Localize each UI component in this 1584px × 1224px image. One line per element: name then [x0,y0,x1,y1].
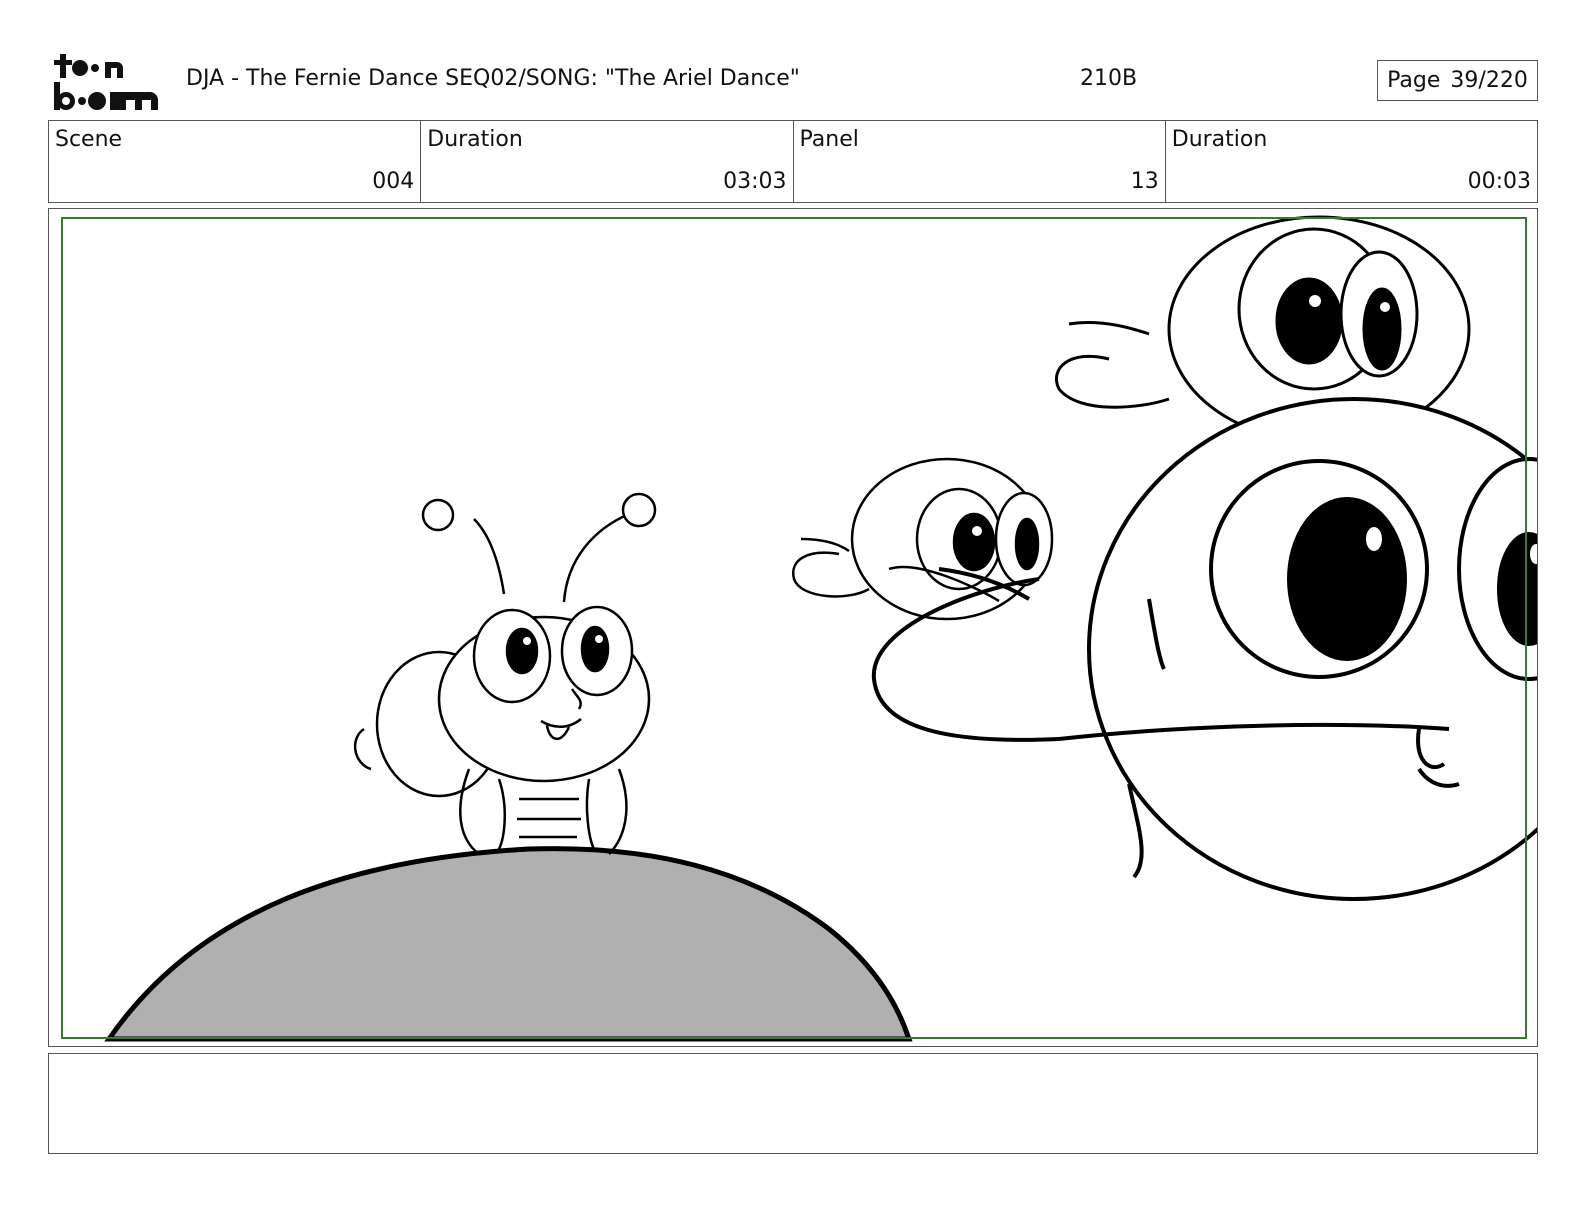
panel-duration-value: 00:03 [1467,169,1531,194]
board-title: DJA - The Fernie Dance SEQ02/SONG: "The … [186,66,800,91]
panel-artwork [104,215,1537,1042]
board-code: 210B [1080,66,1138,91]
panel-value: 13 [1130,169,1159,194]
storyboard-panel [48,208,1538,1047]
scene-cell: Scene 004 [49,121,422,202]
panel-notes[interactable] [48,1053,1538,1154]
scene-value: 004 [372,169,415,194]
panel-duration-cell: Duration 00:03 [1166,121,1537,202]
page-indicator: Page 39/220 [1377,60,1538,101]
scene-duration-value: 03:03 [723,169,787,194]
frog-character-small [791,457,1054,621]
bug-character [353,492,657,855]
toon-boom-logo [50,50,165,112]
hill [104,846,913,1042]
scene-label: Scene [55,127,123,152]
page-value: 39/220 [1450,68,1528,93]
scene-duration-label: Duration [427,127,523,152]
scene-duration-cell: Duration 03:03 [421,121,794,202]
panel-label: Panel [799,127,859,152]
panel-duration-label: Duration [1171,127,1268,152]
page-label: Page [1387,68,1441,93]
panel-cell: Panel 13 [794,121,1166,202]
panel-info-table: Scene 004 Duration 03:03 Panel 13 Durati… [48,120,1538,203]
